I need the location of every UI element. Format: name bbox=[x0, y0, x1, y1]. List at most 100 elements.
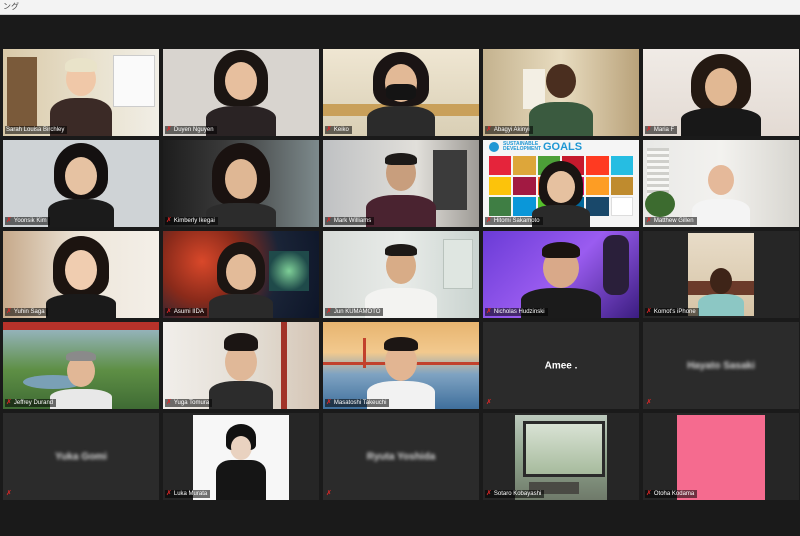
participant-tile[interactable]: ✗ Masatoshi Takeuchi bbox=[323, 322, 479, 409]
participant-tile[interactable]: ✗ Jun KUMAMOTO bbox=[323, 231, 479, 318]
mic-muted-icon: ✗ bbox=[326, 217, 332, 224]
mic-muted-icon: ✗ bbox=[646, 308, 652, 315]
participant-tile[interactable]: ✗ Luka Murata bbox=[163, 413, 319, 500]
face bbox=[231, 436, 251, 458]
participant-tile[interactable]: Amee . ✗ bbox=[483, 322, 639, 409]
participant-name-label: ✗ Jun KUMAMOTO bbox=[325, 308, 384, 316]
hair bbox=[385, 244, 417, 256]
shirt bbox=[366, 195, 436, 227]
participant-display-name: Hayato Sasaki bbox=[687, 360, 755, 371]
mic-muted-icon: ✗ bbox=[326, 126, 332, 133]
face bbox=[547, 171, 575, 203]
participant-name-label: ✗ Sotaro Kobayashi bbox=[485, 490, 545, 498]
participant-display-name: Ryuta Yoshida bbox=[366, 451, 436, 462]
mic-muted-icon: ✗ bbox=[6, 490, 12, 497]
profile-picture bbox=[193, 415, 289, 500]
jacket bbox=[216, 460, 266, 500]
participant-tile[interactable]: Yuka Gomi ✗ bbox=[3, 413, 159, 500]
participant-name-label: ✗ bbox=[5, 490, 15, 498]
face bbox=[225, 159, 257, 199]
participant-tile[interactable]: ✗ Keiko bbox=[323, 49, 479, 136]
participant-tile[interactable]: ✗ Kimberly Ikegai bbox=[163, 140, 319, 227]
participant-grid: Sarah Louisa Birchley ✗ Duyen Nguyen ✗ Kei… bbox=[3, 49, 799, 500]
face bbox=[225, 62, 257, 100]
mic-muted-icon: ✗ bbox=[326, 399, 332, 406]
mic-muted-icon: ✗ bbox=[646, 399, 652, 406]
participant-tile[interactable]: ✗ Mark Williams bbox=[323, 140, 479, 227]
shirt bbox=[50, 389, 112, 409]
window-titlebar: ング bbox=[0, 0, 800, 15]
participant-name-label: ✗ Duyen Nguyen bbox=[165, 126, 217, 134]
participant-video bbox=[3, 140, 159, 227]
profile-picture bbox=[515, 415, 607, 500]
participant-tile[interactable]: ✗ Yuga Tomura bbox=[163, 322, 319, 409]
participant-tile[interactable]: ✗ Yuhin Saga bbox=[3, 231, 159, 318]
participant-name-label: ✗ Asumi IIDA bbox=[165, 308, 207, 316]
participant-name-label: ✗ Luka Murata bbox=[165, 490, 211, 498]
participant-name-label: ✗ Mark Williams bbox=[325, 217, 375, 225]
shelving bbox=[433, 150, 467, 210]
participant-video: SUSTAINABLE DEVELOPMENT GOALS bbox=[483, 140, 639, 227]
participant-tile[interactable]: Ryuta Yoshida ✗ bbox=[323, 413, 479, 500]
participant-name-label: Sarah Louisa Birchley bbox=[5, 126, 68, 134]
mic-muted-icon: ✗ bbox=[166, 217, 172, 224]
mic-muted-icon: ✗ bbox=[6, 217, 12, 224]
mic-muted-icon: ✗ bbox=[166, 126, 172, 133]
participant-tile[interactable]: ✗ Duyen Nguyen bbox=[163, 49, 319, 136]
participant-display-name: Yuka Gomi bbox=[55, 451, 107, 462]
participant-video bbox=[163, 231, 319, 318]
wall-poster bbox=[443, 239, 473, 289]
profile-picture bbox=[677, 415, 765, 500]
gallery-view: Sarah Louisa Birchley ✗ Duyen Nguyen ✗ Kei… bbox=[0, 15, 800, 536]
shirt bbox=[692, 199, 750, 227]
sdg-banner: SUSTAINABLE DEVELOPMENT bbox=[503, 141, 542, 152]
mic-muted-icon: ✗ bbox=[486, 490, 492, 497]
mic-muted-icon: ✗ bbox=[486, 126, 492, 133]
participant-video bbox=[163, 49, 319, 136]
participant-video bbox=[323, 322, 479, 409]
un-logo-icon bbox=[489, 142, 499, 152]
shirt bbox=[48, 199, 114, 227]
participant-video bbox=[3, 49, 159, 136]
participant-tile[interactable]: ✗ Komot's iPhone bbox=[643, 231, 799, 318]
face bbox=[710, 268, 732, 294]
participant-tile[interactable]: ✗ Sotaro Kobayashi bbox=[483, 413, 639, 500]
shirt bbox=[209, 381, 273, 409]
participant-video bbox=[163, 322, 319, 409]
microphone bbox=[603, 235, 629, 295]
participant-tile[interactable]: Sarah Louisa Birchley bbox=[3, 49, 159, 136]
face bbox=[65, 250, 97, 290]
mic-muted-icon: ✗ bbox=[6, 308, 12, 315]
participant-tile[interactable]: SUSTAINABLE DEVELOPMENT GOALS ✗ Hitomi Sak… bbox=[483, 140, 639, 227]
participant-display-name: Amee . bbox=[544, 360, 578, 371]
participant-name-label: ✗ Matthew Gillen bbox=[645, 217, 697, 225]
shirt bbox=[681, 108, 761, 136]
bridge-tower bbox=[363, 338, 366, 368]
participant-tile[interactable]: ✗ Matthew Gillen bbox=[643, 140, 799, 227]
participant-name-label: ✗ Otoha Kodama bbox=[645, 490, 698, 498]
participant-video bbox=[643, 413, 799, 500]
mic-muted-icon: ✗ bbox=[486, 217, 492, 224]
participant-name-label: ✗ Maria F bbox=[645, 126, 678, 134]
participant-video bbox=[163, 140, 319, 227]
hair bbox=[65, 58, 97, 72]
participant-name-label: ✗ bbox=[645, 399, 655, 407]
participant-tile[interactable]: ✗ Nicholas Hudzinski bbox=[483, 231, 639, 318]
participant-tile[interactable]: ✗ Yoonsik Kim bbox=[3, 140, 159, 227]
participant-tile[interactable]: ✗ Jeffrey Durand bbox=[3, 322, 159, 409]
participant-name-label: ✗ Jeffrey Durand bbox=[5, 399, 57, 407]
participant-tile[interactable]: ✗ Otoha Kodama bbox=[643, 413, 799, 500]
participant-name-label: ✗ Abagyi Akinyi bbox=[485, 126, 533, 134]
participant-video bbox=[3, 322, 159, 409]
participant-video bbox=[643, 231, 799, 318]
participant-video bbox=[483, 413, 639, 500]
participant-name-label: ✗ Yuga Tomura bbox=[165, 399, 213, 407]
participant-tile[interactable]: ✗ Maria F bbox=[643, 49, 799, 136]
shirt bbox=[209, 294, 273, 318]
participant-video bbox=[3, 231, 159, 318]
participant-tile[interactable]: ✗ Asumi IIDA bbox=[163, 231, 319, 318]
shirt bbox=[698, 294, 744, 316]
participant-tile[interactable]: Hayato Sasaki ✗ bbox=[643, 322, 799, 409]
participant-tile[interactable]: ✗ Abagyi Akinyi bbox=[483, 49, 639, 136]
participant-name-label: ✗ Yuhin Saga bbox=[5, 308, 48, 316]
